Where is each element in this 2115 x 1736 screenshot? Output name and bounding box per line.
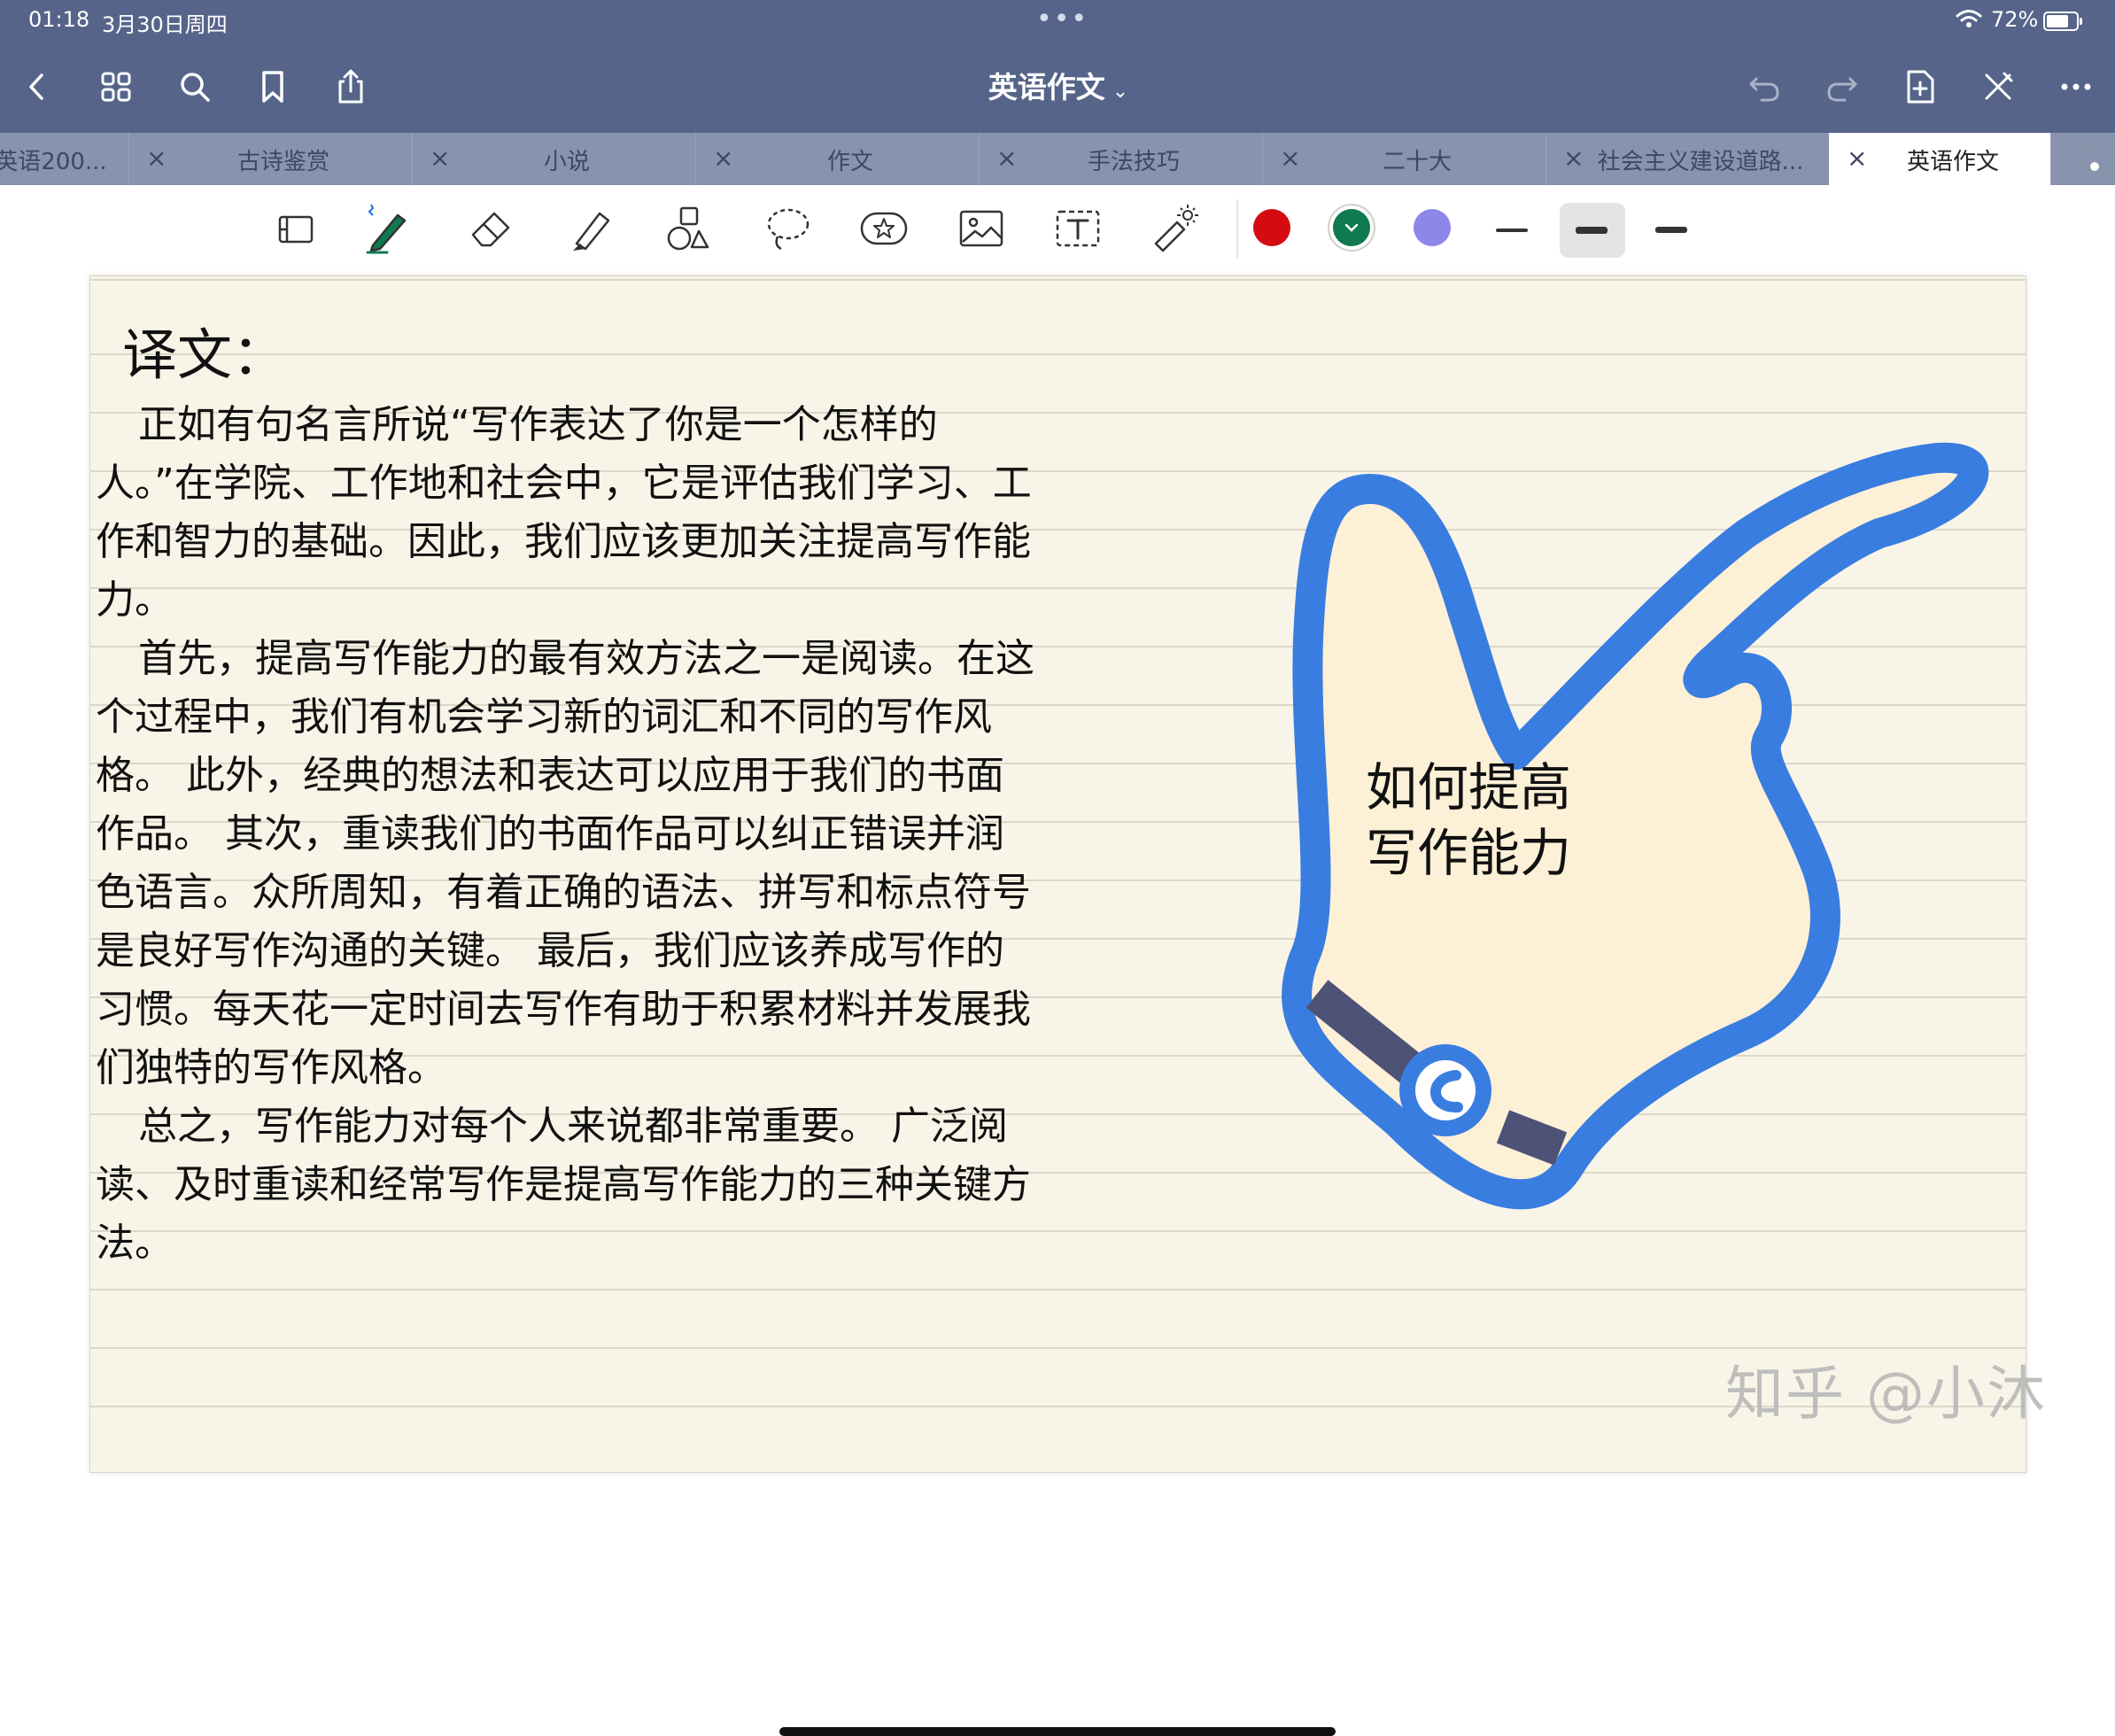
tab-bar: 英语200... × 古诗鉴赏 × 小说 × 作文 × 手法技巧 × 二十大 ×…	[0, 133, 2115, 185]
pen-icon	[366, 204, 407, 254]
bubble-caption-line-2: 写作能力	[1366, 823, 1572, 883]
paragraph-1: 正如有句名言所说“写作表达了你是一个怎样的人。”在学院、工作地和社会中，它是评估…	[96, 402, 1032, 623]
tab-label: 作文	[826, 149, 873, 175]
share-icon	[338, 69, 363, 104]
chevron-left-icon	[29, 74, 43, 100]
bookmark-button[interactable]	[246, 60, 299, 113]
color-swatch-green-selected[interactable]	[1333, 209, 1370, 246]
page-layout-tool[interactable]	[269, 201, 324, 256]
bubble-caption-line-1: 如何提高	[1366, 757, 1572, 818]
add-page-icon	[1907, 70, 1934, 104]
stroke-width-thick[interactable]	[1639, 203, 1705, 258]
redo-button[interactable]	[1816, 60, 1869, 113]
tab-label: 小说	[543, 149, 590, 175]
laser-pointer-tool[interactable]	[1147, 201, 1202, 256]
color-swatch-purple[interactable]	[1414, 209, 1451, 246]
tab-label: 社会主义建设道路...	[1597, 149, 1804, 175]
more-icon	[2061, 83, 2091, 90]
image-icon	[959, 210, 1003, 247]
drawing-toolbar	[0, 185, 2115, 274]
chevron-down-icon	[1344, 223, 1359, 232]
paragraph-3: 总之，写作能力对每个人来说都非常重要。 广泛阅读、及时重读和经常写作是提高写作能…	[96, 1104, 1031, 1266]
tab-ancient-poetry[interactable]: × 古诗鉴赏	[128, 133, 413, 185]
add-page-button[interactable]	[1894, 60, 1947, 113]
top-navigation-bar: 01:18 3月30日周四 ••• 72% 英语作文 ⌄	[0, 0, 2115, 133]
back-button[interactable]	[11, 60, 64, 113]
bookmark-icon	[262, 71, 283, 103]
text-box-icon	[1056, 210, 1100, 247]
multitasking-dots-icon[interactable]: •••	[1036, 4, 1088, 35]
tab-english-200[interactable]: 英语200...	[0, 133, 129, 185]
shapes-icon	[667, 206, 709, 251]
pen-close-icon	[1985, 72, 2013, 100]
tab-composition[interactable]: × 作文	[695, 133, 980, 185]
document-title: 英语作文	[988, 70, 1105, 105]
tab-socialism[interactable]: × 社会主义建设道路...	[1546, 133, 1830, 185]
chevron-down-icon: ⌄	[1112, 81, 1129, 103]
eraser-icon	[471, 212, 510, 247]
undo-button[interactable]	[1738, 60, 1791, 113]
page-heading[interactable]: 译文：	[122, 310, 287, 390]
highlighter-icon	[573, 212, 610, 251]
close-tools-button[interactable]	[1972, 60, 2025, 113]
lasso-tool[interactable]	[760, 201, 815, 256]
status-date: 3月30日周四	[102, 12, 228, 37]
sticker-icon	[860, 212, 908, 245]
search-button[interactable]	[168, 60, 221, 113]
sticker-tool[interactable]	[856, 201, 911, 256]
watermark: 知乎 @小沐	[1725, 1360, 2047, 1428]
paragraph-2: 首先，提高写作能力的最有效方法之一是阅读。在这个过程中，我们有机会学习新的词汇和…	[96, 636, 1034, 1090]
note-page[interactable]: 译文： 正如有句名言所说“写作表达了你是一个怎样的人。”在学院、工作地和社会中，…	[89, 275, 2026, 1473]
tab-label: 英语作文	[1906, 149, 1999, 175]
tab-label: 二十大	[1382, 149, 1452, 175]
grid-icon	[101, 72, 131, 102]
undo-icon	[1749, 77, 1779, 102]
image-tool[interactable]	[954, 201, 1009, 256]
battery-percentage: 72%	[1991, 7, 2039, 32]
laser-pointer-icon	[1154, 205, 1198, 252]
highlighter-tool[interactable]	[564, 201, 619, 256]
text-tool[interactable]	[1050, 201, 1105, 256]
bubble-caption: 如何提高 写作能力	[1366, 755, 1631, 886]
share-button[interactable]	[324, 60, 377, 113]
color-swatch-red[interactable]	[1253, 209, 1290, 246]
status-time: 01:18	[28, 7, 90, 32]
tab-label: 英语200...	[0, 149, 107, 175]
redo-icon	[1827, 77, 1857, 102]
tab-techniques[interactable]: × 手法技巧	[979, 133, 1263, 185]
pen-tool[interactable]	[359, 201, 414, 256]
note-canvas: 译文： 正如有句名言所说“写作表达了你是一个怎样的人。”在学院、工作地和社会中，…	[0, 272, 2115, 1736]
shapes-tool[interactable]	[660, 201, 715, 256]
tab-novel[interactable]: × 小说	[412, 133, 696, 185]
split-view-icon[interactable]	[2069, 143, 2101, 174]
tab-label: 手法技巧	[1087, 149, 1180, 175]
wifi-icon	[1956, 10, 1982, 27]
tab-label: 古诗鉴赏	[236, 149, 329, 175]
more-button[interactable]	[2049, 60, 2103, 113]
tab-twentieth-congress[interactable]: × 二十大	[1262, 133, 1546, 185]
document-title-menu[interactable]: 英语作文 ⌄	[930, 64, 1187, 106]
home-indicator[interactable]	[779, 1727, 1336, 1736]
library-grid-button[interactable]	[89, 60, 143, 113]
stroke-width-thin[interactable]	[1480, 203, 1546, 258]
stroke-width-medium-selected[interactable]	[1560, 203, 1625, 258]
tab-english-composition[interactable]: × 英语作文	[1829, 133, 2051, 185]
battery-icon	[2043, 12, 2082, 31]
lasso-icon	[767, 208, 810, 251]
translation-text-block[interactable]: 正如有句名言所说“写作表达了你是一个怎样的人。”在学院、工作地和社会中，它是评估…	[96, 396, 1034, 1273]
search-icon	[181, 73, 210, 102]
page-layout-icon	[278, 215, 314, 244]
eraser-tool[interactable]	[464, 201, 519, 256]
toolbar-divider	[1236, 199, 1238, 258]
